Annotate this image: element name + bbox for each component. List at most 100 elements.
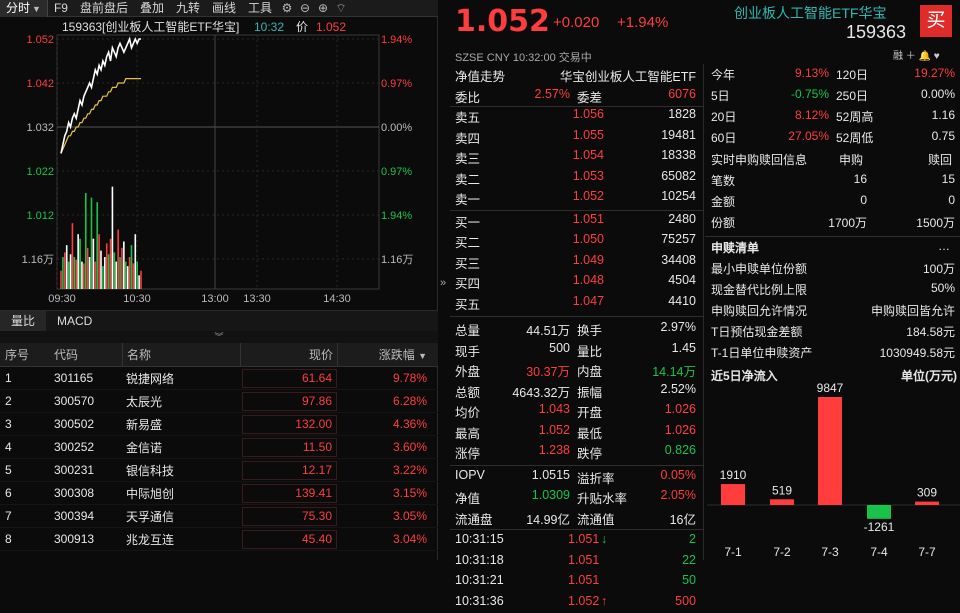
wifi-icon[interactable]: ⌔ — [332, 0, 350, 17]
panel-splitter[interactable]: » — [439, 0, 450, 560]
bid-row[interactable]: 买二 1.050 75257 — [450, 232, 704, 251]
col-price[interactable]: 现价 — [240, 342, 337, 367]
flow-value-label: 519 — [772, 483, 792, 497]
volume-bar — [121, 247, 123, 289]
table-row[interactable]: 4 300252 金信诺 11.50 3.60% — [0, 436, 438, 459]
bid-volume: 4504 — [668, 273, 696, 287]
intraday-chart[interactable]: 159363[创业板人工智能ETF华宝] 10:32 价 1.052 1.052… — [0, 17, 438, 309]
flow-date-label: 7-2 — [773, 545, 791, 559]
quote-action-icons[interactable]: 融 ＋ 🔔 ♥ — [893, 47, 940, 62]
list-more-icon[interactable]: … — [938, 239, 950, 253]
row-name: 银信科技 — [126, 463, 175, 478]
col-code[interactable]: 代码 — [50, 346, 122, 363]
ask-price: 1.052 — [572, 189, 604, 203]
table-row[interactable]: 8 300913 兆龙互连 45.40 3.04% — [0, 528, 438, 551]
tab-tools[interactable]: 工具 — [242, 0, 278, 17]
tab-draw[interactable]: 画线 — [206, 0, 242, 17]
redeem-col-redeem: 赎回 — [927, 153, 952, 167]
row-name: 兆龙互连 — [126, 532, 175, 547]
col-name[interactable]: 名称 — [122, 342, 240, 367]
stat-value: 4643.32万 — [512, 385, 570, 400]
table-row[interactable]: 2 300570 太辰光 97.86 6.28% — [0, 390, 438, 413]
tab-prepost[interactable]: 盘前盘后 — [74, 0, 134, 17]
tab-f9[interactable]: F9 — [48, 0, 74, 17]
perf-value-2: 0.75 — [931, 129, 955, 143]
tick-volume: 2 — [689, 532, 696, 546]
tick-row: 10:31:15 1.051 ↓ 2 — [450, 532, 704, 551]
redeem-label: 金额 — [711, 195, 736, 209]
arrow-down-icon: ↓ — [601, 532, 608, 546]
ask-row[interactable]: 卖二 1.053 65082 — [450, 169, 704, 188]
list-row: T-1日单位申赎资产 1030949.58元 — [705, 344, 960, 363]
security-name: 创业板人工智能ETF华宝 — [734, 5, 887, 21]
volume-bar — [86, 247, 89, 289]
security-code: 159363 — [846, 22, 907, 42]
bid-row[interactable]: 买三 1.049 34408 — [450, 253, 704, 272]
row-price: 75.30 — [242, 506, 337, 526]
ask-row[interactable]: 卖一 1.052 10254 — [450, 189, 704, 208]
perf-label: 60日 — [711, 131, 737, 145]
list-value: 50% — [930, 281, 955, 295]
tick-time: 10:31:36 — [455, 593, 504, 608]
bid-row[interactable]: 买四 1.048 4504 — [450, 273, 704, 292]
collapse-chevron-icon[interactable]: ︾ — [0, 331, 438, 343]
bid-row[interactable]: 买一 1.051 2480 — [450, 212, 704, 231]
y-tick-label: 1.052 — [26, 34, 54, 46]
net-inflow-chart: 近5日净流入 单位(万元) 1910 7-1 519 7-2 9847 7-3 -1261 7… — [707, 368, 960, 559]
stat-row: 总额 4643.32万 振幅 2.52% — [450, 382, 704, 401]
ask-label: 卖三 — [455, 152, 481, 166]
etf-stat-value-2: 0.05% — [660, 467, 696, 482]
etf-stat-label: 流通盘 — [455, 512, 493, 527]
stat-value: 1.043 — [538, 402, 570, 416]
order-book-panel: 净值走势 华宝创业板人工智能ETF 委比 2.57% 委差 6076 卖五 1.056 1828… — [450, 64, 704, 608]
ask-price: 1.053 — [572, 168, 604, 183]
order-diff-label: 委差 — [577, 90, 603, 105]
tab-overlay[interactable]: 叠加 — [134, 0, 170, 17]
row-index: 8 — [5, 532, 12, 546]
tab-nine-turn[interactable]: 九转 — [170, 0, 206, 17]
volume-bar — [134, 234, 137, 289]
table-row[interactable]: 3 300502 新易盛 132.00 4.36% — [0, 413, 438, 436]
bid-label: 买四 — [455, 277, 481, 291]
tick-price: 1.052 — [568, 593, 600, 608]
bid-label: 买三 — [455, 256, 481, 271]
tick-price: 1.051 — [568, 573, 600, 587]
table-row[interactable]: 7 300394 天孚通信 75.30 3.05% — [0, 505, 438, 528]
flow-bar — [818, 397, 842, 505]
tab-volume-ratio[interactable]: 量比 — [0, 311, 47, 331]
row-change-pct: 3.05% — [392, 509, 427, 523]
x-tick-label: 13:00 — [201, 293, 229, 305]
table-row[interactable]: 6 300308 中际旭创 139.41 3.15% — [0, 482, 438, 505]
minus-icon[interactable]: ⊖ — [296, 0, 314, 17]
buy-button[interactable]: 买 — [920, 5, 952, 37]
expand-chevron-icon[interactable]: » — [440, 277, 446, 289]
stat-value-2: 0.826 — [664, 443, 696, 457]
volume-bar — [104, 257, 106, 289]
table-row[interactable]: 1 301165 锐捷网络 61.64 9.78% — [0, 367, 438, 390]
stat-label: 均价 — [455, 406, 481, 420]
col-index[interactable]: 序号 — [0, 346, 50, 363]
redeem-title-row: 实时申购赎回信息 申购 赎回 — [705, 151, 960, 170]
volume-bar — [77, 234, 79, 289]
volume-bar — [117, 229, 119, 289]
bid-row[interactable]: 买五 1.047 4410 — [450, 294, 704, 313]
row-name: 天孚通信 — [126, 509, 175, 524]
stat-label: 外盘 — [455, 365, 481, 379]
ask-row[interactable]: 卖三 1.054 18338 — [450, 148, 704, 167]
table-row[interactable]: 5 300231 银信科技 12.17 3.22% — [0, 459, 438, 482]
stat-row: 外盘 30.37万 内盘 14.14万 — [450, 361, 704, 380]
market-status: SZSE CNY 10:32:00 交易中 — [455, 52, 592, 64]
row-change-pct: 3.60% — [392, 440, 427, 454]
price-change-pct: +1.94% — [617, 14, 669, 31]
tab-macd[interactable]: MACD — [46, 311, 103, 331]
row-change-pct: 3.22% — [392, 463, 427, 477]
col-change-pct[interactable]: 涨跌幅 ▼ — [337, 342, 433, 367]
ask-price: 1.054 — [572, 148, 604, 162]
stat-value-2: 14.14万 — [652, 365, 696, 379]
tab-intraday[interactable]: 分时 ▼ — [0, 0, 48, 17]
redeem-title: 实时申购赎回信息 — [711, 153, 808, 167]
settings-icon[interactable]: ⚙ — [278, 0, 296, 17]
ask-row[interactable]: 卖四 1.055 19481 — [450, 128, 704, 147]
plus-icon[interactable]: ⊕ — [314, 0, 332, 17]
ask-row[interactable]: 卖五 1.056 1828 — [450, 107, 704, 126]
